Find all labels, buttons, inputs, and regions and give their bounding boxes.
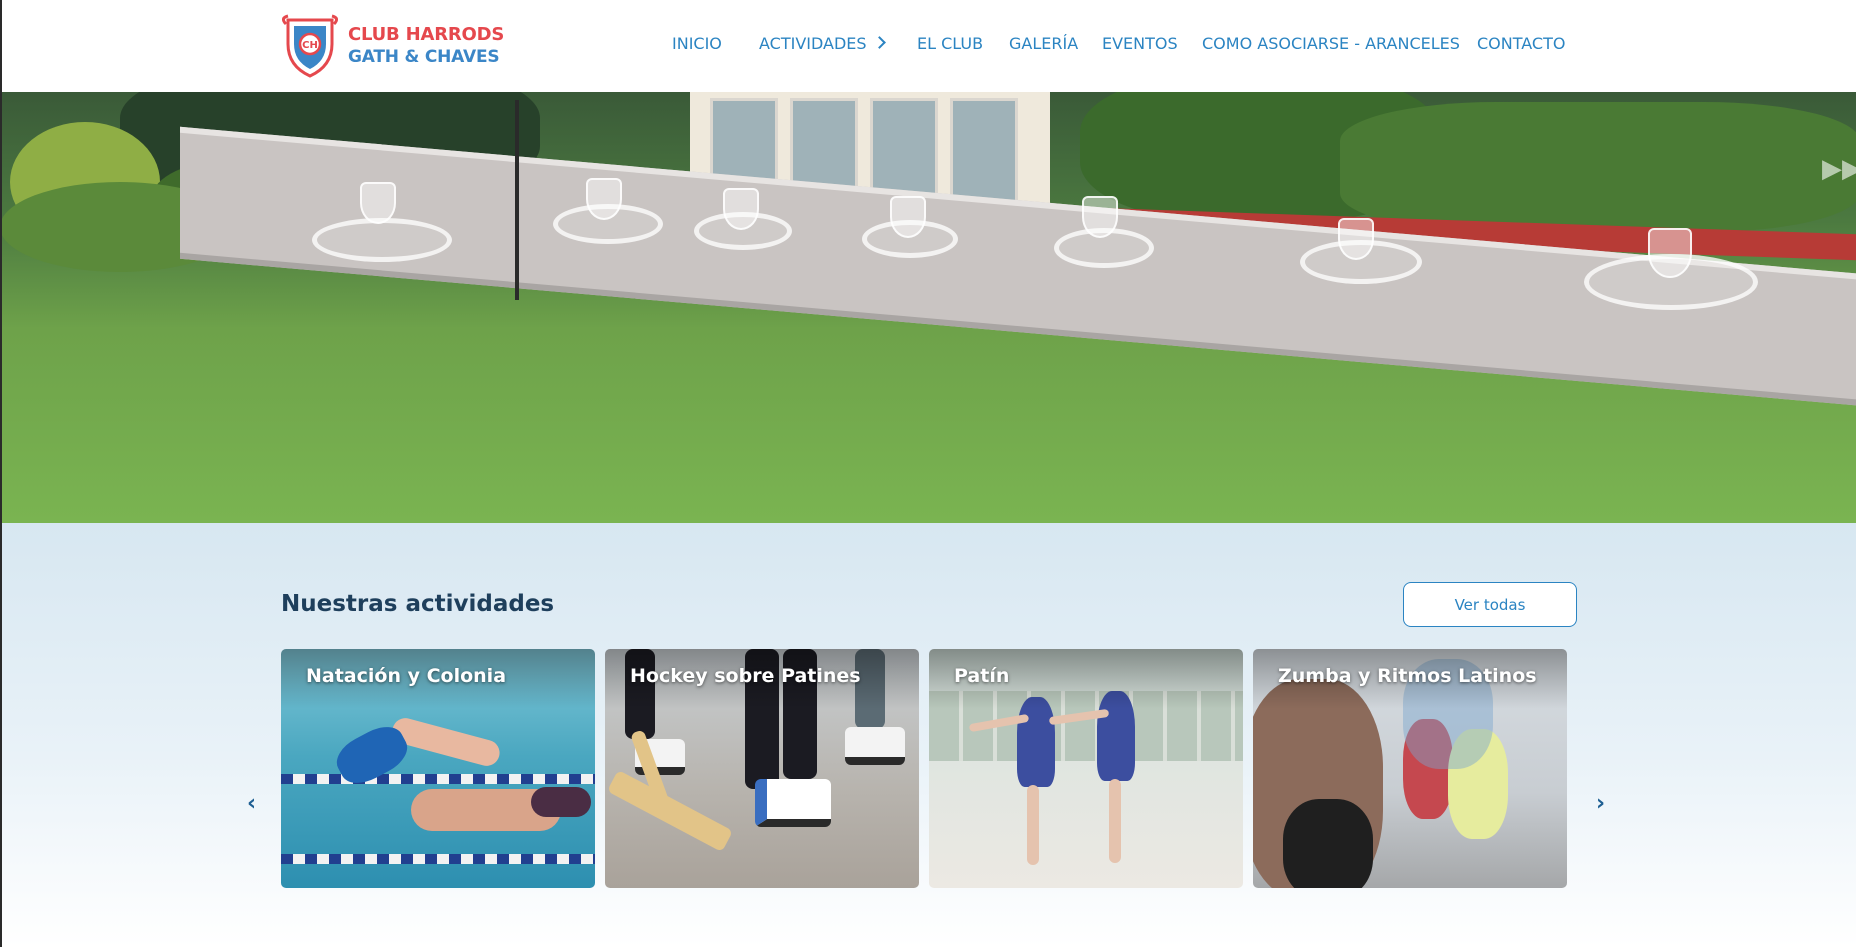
nav-eventos[interactable]: EVENTOS (1102, 34, 1178, 53)
club-logo[interactable]: CH CLUB HARRODS GATH & CHAVES (280, 14, 504, 78)
hero-lamp-pole (515, 100, 519, 300)
hero-virtual-tour[interactable]: ▶▶ (0, 92, 1856, 523)
activity-card-hockey[interactable]: Hockey sobre Patines (605, 649, 919, 888)
shield-icon (360, 182, 396, 224)
swimmer-cap (531, 787, 591, 817)
site-header: CH CLUB HARRODS GATH & CHAVES INICIO ACT… (0, 0, 1856, 92)
card-title: Natación y Colonia (306, 665, 507, 687)
card-title: Zumba y Ritmos Latinos (1278, 665, 1537, 687)
activity-card-natacion[interactable]: Natación y Colonia (281, 649, 595, 888)
swimmer-arm (389, 715, 503, 769)
card-title: Hockey sobre Patines (630, 665, 861, 687)
shield-icon (1648, 228, 1692, 278)
shield-icon (1082, 196, 1118, 238)
hero-window (950, 98, 1018, 208)
club-crest-icon: CH (281, 14, 339, 78)
roller-skate (845, 727, 905, 765)
hero-hedge (1340, 102, 1856, 232)
view-all-button[interactable]: Ver todas (1403, 582, 1577, 627)
activity-card-patin[interactable]: Patín (929, 649, 1243, 888)
skater-leg (1027, 785, 1039, 865)
svg-text:CH: CH (302, 40, 318, 51)
skater-figure (1017, 697, 1055, 787)
pool-lane-rope (281, 774, 595, 784)
nav-el-club[interactable]: EL CLUB (917, 34, 983, 53)
activities-section: Nuestras actividades Ver todas ‹ Natació… (0, 523, 1856, 947)
nav-como-asociarse[interactable]: COMO ASOCIARSE - ARANCELES (1202, 34, 1460, 53)
tour-hotspot[interactable] (312, 218, 452, 262)
chevron-left-icon[interactable]: ‹ (247, 791, 256, 816)
roller-skate (755, 779, 831, 827)
shield-icon (890, 196, 926, 238)
skater-leg (1109, 779, 1121, 863)
activity-card-zumba[interactable]: Zumba y Ritmos Latinos (1253, 649, 1567, 888)
chevron-right-icon (872, 36, 886, 49)
chevron-right-icon[interactable]: › (1596, 791, 1605, 816)
pool-lane-rope (281, 854, 595, 864)
nav-inicio[interactable]: INICIO (672, 34, 722, 53)
nav-actividades-label: ACTIVIDADES (759, 34, 867, 53)
shield-icon (723, 188, 759, 230)
logo-text-line1: CLUB HARRODS (348, 24, 505, 45)
card-title: Patín (954, 665, 1010, 687)
shield-icon (1338, 218, 1374, 260)
dancer-outfit (1283, 799, 1373, 888)
logo-text-line2: GATH & CHAVES (348, 47, 500, 67)
nav-actividades[interactable]: ACTIVIDADES (759, 34, 886, 53)
nav-contacto[interactable]: CONTACTO (1477, 34, 1565, 53)
activities-title: Nuestras actividades (281, 591, 555, 617)
nav-galeria[interactable]: GALERÍA (1009, 34, 1078, 53)
fast-forward-icon[interactable]: ▶▶ (1822, 154, 1856, 184)
page-left-border (0, 0, 2, 947)
shield-icon (586, 178, 622, 220)
